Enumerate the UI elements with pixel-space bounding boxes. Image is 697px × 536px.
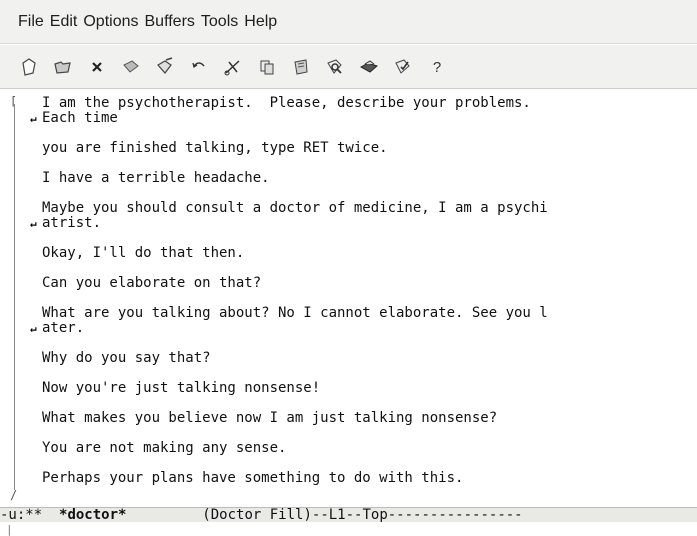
buffer-line-text: What makes you believe now I am just tal… (42, 410, 498, 426)
buffer-paragraph: you are finished talking, type RET twice… (42, 141, 697, 156)
menu-options[interactable]: Options (83, 13, 138, 31)
buffer-paragraph: Now you're just talking nonsense! (42, 381, 697, 396)
buffer-line-text: you are finished talking, type RET twice… (42, 140, 388, 156)
buffer-line-text: Why do you say that? (42, 350, 211, 366)
buffer-line-text: Now you're just talking nonsense! (42, 380, 321, 396)
tool-bar: ? (0, 45, 697, 89)
buffer-line-text: Can you elaborate on that? (42, 275, 262, 291)
buffer-line-text: atrist. (42, 215, 102, 231)
mode-line: -u:** *doctor* (Doctor Fill)--L1--Top---… (0, 507, 697, 523)
scroll-bottom-marker: / (10, 488, 18, 502)
buffer-line: ↵ ater. (30, 320, 697, 336)
buffer-paragraph: I am the psychotherapist. Please, descri… (30, 96, 697, 126)
buffer-line: Maybe you should consult a doctor of med… (42, 201, 697, 216)
print-icon[interactable] (358, 56, 380, 78)
buffer-paragraph: Perhaps your plans have something to do … (42, 471, 697, 486)
doctor-buffer-window[interactable]: ⌈ / I am the psychotherapist. Please, de… (0, 90, 697, 510)
mode-line-buffer-name: *doctor* (59, 507, 127, 523)
buffer-line-text: Perhaps your plans have something to do … (42, 470, 464, 486)
buffer-text[interactable]: I am the psychotherapist. Please, descri… (30, 96, 697, 486)
buffer-line: Why do you say that? (42, 351, 697, 366)
buffer-paragraph: What makes you believe now I am just tal… (42, 411, 697, 426)
buffer-line: What makes you believe now I am just tal… (42, 411, 697, 426)
buffer-line-text: What are you talking about? No I cannot … (42, 305, 548, 321)
buffer-paragraph: Maybe you should consult a doctor of med… (30, 201, 697, 231)
buffer-line: Okay, I'll do that then. (42, 246, 697, 261)
help-glyph: ? (433, 59, 441, 76)
new-file-icon[interactable] (18, 56, 40, 78)
buffer-line-text: Each time (42, 110, 118, 126)
close-icon[interactable] (86, 56, 108, 78)
buffer-line: you are finished talking, type RET twice… (42, 141, 697, 156)
scroll-track (14, 104, 15, 490)
copy-icon[interactable] (256, 56, 278, 78)
buffer-line: Now you're just talking nonsense! (42, 381, 697, 396)
mode-line-status: (Doctor Fill)--L1--Top---------------- (126, 507, 523, 523)
menu-bar: File Edit Options Buffers Tools Help (0, 0, 697, 44)
buffer-paragraph: I have a terrible headache. (42, 171, 697, 186)
menu-file[interactable]: File (18, 13, 44, 31)
scroll-top-marker: ⌈ (10, 94, 18, 108)
buffer-line: What are you talking about? No I cannot … (42, 306, 697, 321)
open-folder-icon[interactable] (52, 56, 74, 78)
buffer-paragraph: Why do you say that? (42, 351, 697, 366)
buffer-line: I am the psychotherapist. Please, descri… (42, 96, 697, 111)
line-wrap-icon: ↵ (30, 322, 37, 335)
minibuffer[interactable]: | (0, 522, 697, 536)
menu-help[interactable]: Help (244, 13, 277, 31)
save-icon[interactable] (120, 56, 142, 78)
help-icon[interactable]: ? (426, 56, 448, 78)
menu-edit[interactable]: Edit (50, 13, 78, 31)
search-icon[interactable] (324, 56, 346, 78)
buffer-paragraph: You are not making any sense. (42, 441, 697, 456)
buffer-line-text: ater. (42, 320, 85, 336)
minibuffer-cursor: | (6, 523, 13, 536)
mode-line-prefix: -u:** (0, 507, 60, 523)
buffer-line: ↵ atrist. (30, 215, 697, 231)
buffer-line-text: I have a terrible headache. (42, 170, 270, 186)
buffer-line: You are not making any sense. (42, 441, 697, 456)
paste-icon[interactable] (290, 56, 312, 78)
buffer-paragraph: Okay, I'll do that then. (42, 246, 697, 261)
menu-tools[interactable]: Tools (201, 13, 238, 31)
buffer-line: Perhaps your plans have something to do … (42, 471, 697, 486)
menu-buffers[interactable]: Buffers (145, 13, 195, 31)
buffer-line: Can you elaborate on that? (42, 276, 697, 291)
buffer-paragraph: Can you elaborate on that? (42, 276, 697, 291)
buffer-line-text: Okay, I'll do that then. (42, 245, 245, 261)
line-wrap-icon: ↵ (30, 217, 37, 230)
buffer-line: I have a terrible headache. (42, 171, 697, 186)
buffer-line-text: I am the psychotherapist. Please, descri… (42, 95, 531, 111)
scroll-bar[interactable]: ⌈ / (8, 94, 24, 502)
line-wrap-icon: ↵ (30, 112, 37, 125)
buffer-line: ↵ Each time (30, 110, 697, 126)
buffer-line-text: Maybe you should consult a doctor of med… (42, 200, 548, 216)
buffer-line-text: You are not making any sense. (42, 440, 287, 456)
undo-icon[interactable] (188, 56, 210, 78)
save-as-icon[interactable] (154, 56, 176, 78)
cut-icon[interactable] (222, 56, 244, 78)
buffer-paragraph: What are you talking about? No I cannot … (30, 306, 697, 336)
preferences-icon[interactable] (392, 56, 414, 78)
